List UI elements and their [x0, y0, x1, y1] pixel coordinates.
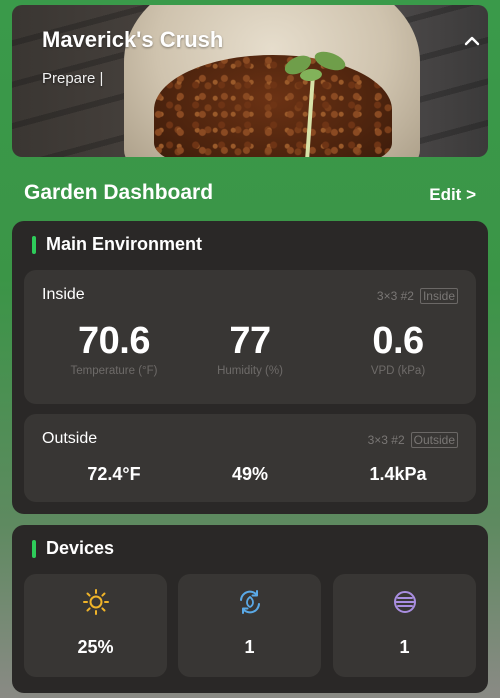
inside-tent-tag: 3×3 #2 Inside	[377, 288, 458, 304]
main-environment-panel: Main Environment Inside 3×3 #2 Inside 70…	[12, 221, 488, 514]
light-device-value: 25%	[77, 637, 114, 657]
devices-title: Devices	[46, 538, 115, 558]
inside-humidity-caption: Humidity (%)	[217, 365, 283, 377]
fan-cycle-icon	[239, 590, 260, 614]
accent-bar	[32, 235, 36, 254]
dashboard-title: Garden Dashboard	[24, 181, 214, 204]
outside-humidity-metric: 49%	[180, 464, 320, 485]
inside-humidity-value: 77	[229, 320, 271, 362]
filter-device-value: 1	[399, 637, 410, 657]
inside-label: Inside	[42, 286, 85, 303]
devices-header: Devices	[32, 538, 114, 559]
inside-temperature-caption: Temperature (°F)	[70, 365, 158, 377]
main-environment-header: Main Environment	[32, 234, 202, 255]
circulation-device-card[interactable]: 1	[178, 574, 321, 677]
accent-bar	[32, 539, 36, 558]
inside-vpd-metric: 0.6 VPD (kPa)	[328, 320, 468, 377]
plant-hero-card[interactable]: Maverick's Crush Prepare |	[12, 5, 488, 157]
outside-tent-tag: 3×3 #2 Outside	[368, 432, 458, 448]
inside-tent-name: 3×3 #2	[376, 289, 414, 303]
outside-label: Outside	[42, 430, 98, 447]
soil-image	[154, 55, 392, 157]
main-environment-title: Main Environment	[46, 234, 203, 254]
outside-vpd-metric: 1.4kPa	[328, 464, 468, 485]
outside-humidity-value: 49%	[231, 464, 269, 484]
outside-vpd-value: 1.4kPa	[369, 464, 427, 484]
inside-vpd-caption: VPD (kPa)	[370, 365, 426, 377]
inside-sensor-card[interactable]: Inside 3×3 #2 Inside 70.6 Temperature (°…	[24, 270, 476, 404]
inside-vpd-value: 0.6	[372, 320, 424, 362]
filter-icon	[393, 591, 416, 613]
outside-sensor-card[interactable]: Outside 3×3 #2 Outside 72.4°F 49% 1.4kPa	[24, 414, 476, 502]
inside-temperature-value: 70.6	[78, 320, 150, 362]
plant-name: Maverick's Crush	[42, 27, 224, 52]
inside-badge: Inside	[419, 288, 458, 304]
sun-icon	[82, 589, 109, 615]
light-device-card[interactable]: 25%	[24, 574, 167, 677]
outside-temperature-value: 72.4°F	[87, 464, 141, 484]
inside-temperature-metric: 70.6 Temperature (°F)	[44, 320, 184, 377]
outside-tent-name: 3×3 #2	[367, 433, 405, 447]
circulation-device-value: 1	[244, 637, 255, 657]
filter-device-card[interactable]: 1	[333, 574, 476, 677]
edit-button[interactable]: Edit >	[429, 185, 476, 205]
devices-panel: Devices 25% 1 1	[12, 525, 488, 693]
outside-badge: Outside	[410, 432, 458, 448]
plant-stage: Prepare |	[42, 70, 104, 87]
inside-humidity-metric: 77 Humidity (%)	[180, 320, 320, 377]
outside-temperature-metric: 72.4°F	[44, 464, 184, 485]
chevron-up-icon[interactable]	[462, 31, 482, 51]
